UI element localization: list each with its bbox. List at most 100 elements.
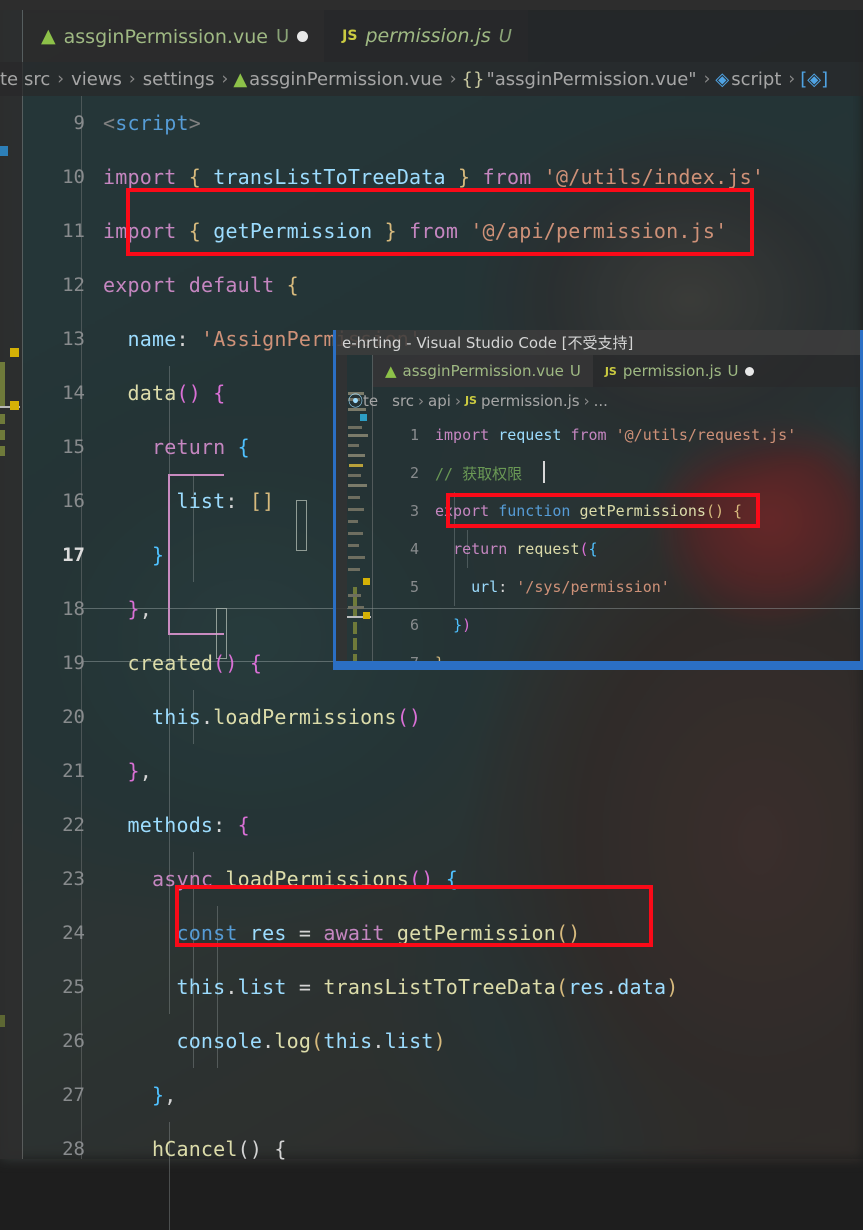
code-line[interactable]: 25 this.list = transListToTreeData(res.d… — [23, 960, 863, 1014]
code-content[interactable]: <script> — [103, 111, 201, 135]
minimap-line — [348, 484, 367, 487]
code-content[interactable]: return { — [103, 435, 250, 459]
line-number: 26 — [23, 1030, 103, 1052]
code-content[interactable]: url: '/sys/permission' — [435, 578, 670, 596]
inner-tab-permission-js[interactable]: JS permission.js U — [593, 355, 766, 387]
code-content[interactable]: const res = await getPermission() — [103, 921, 581, 945]
breadcrumb-item-src[interactable]: src — [22, 69, 52, 90]
code-content[interactable]: import { transListToTreeData } from '@/u… — [103, 165, 764, 189]
inner-code-line[interactable]: 1 import request from '@/utils/request.j… — [373, 416, 863, 454]
code-line[interactable]: 24 const res = await getPermission() — [23, 906, 863, 960]
code-content[interactable]: import { getPermission } from '@/api/per… — [103, 219, 727, 243]
code-content[interactable]: hCancel() { — [103, 1137, 287, 1161]
code-content[interactable]: export function getPermissions() { — [435, 502, 742, 520]
code-line[interactable]: 23 async loadPermissions() { — [23, 852, 863, 906]
code-line[interactable]: 11 import { getPermission } from '@/api/… — [23, 204, 863, 258]
tab-assginPermission-vue[interactable]: ▲ assginPermission.vue U — [23, 10, 324, 62]
inner-activity-bar[interactable] — [336, 355, 347, 667]
token-method-created: created — [127, 651, 213, 675]
inner-breadcrumb-item-api[interactable]: api — [428, 392, 451, 410]
token-await: await — [323, 921, 384, 945]
token-dot: . — [225, 975, 237, 999]
code-line[interactable]: 27 }, — [23, 1068, 863, 1122]
code-content[interactable]: // 获取权限 — [435, 463, 522, 484]
code-line[interactable]: 20 this.loadPermissions() — [23, 690, 863, 744]
tab-dirty-indicator[interactable] — [297, 31, 308, 42]
code-content[interactable]: }) — [435, 616, 471, 634]
activity-bar-edge[interactable] — [0, 10, 22, 1159]
code-content[interactable]: list: [] — [103, 489, 274, 513]
line-number: 12 — [23, 274, 103, 296]
inner-code-line[interactable]: 4 return request({ — [373, 530, 863, 568]
editor-tab-bar[interactable]: ▲ assginPermission.vue U JS permission.j… — [23, 10, 863, 62]
inner-code-line[interactable]: 5 url: '/sys/permission' — [373, 568, 863, 606]
code-content[interactable]: }, — [103, 1083, 176, 1107]
token-comma: , — [140, 759, 152, 783]
minimap-line — [348, 520, 358, 523]
code-content[interactable]: export default { — [103, 273, 299, 297]
token-comment: // 获取权限 — [435, 465, 522, 483]
inner-breadcrumb-item-file[interactable]: permission.js — [481, 392, 580, 410]
inner-tab-dirty-indicator[interactable] — [745, 367, 754, 376]
line-number: 19 — [23, 652, 103, 674]
inner-code-line[interactable]: 3 export function getPermissions() { — [373, 492, 863, 530]
code-content[interactable]: } — [103, 543, 164, 567]
inner-editor-tab-bar[interactable]: ▲ assginPermission.vue U JS permission.j… — [373, 355, 863, 387]
code-line[interactable]: 22 methods: { — [23, 798, 863, 852]
tab-permission-js[interactable]: JS permission.js U — [324, 10, 528, 62]
code-line[interactable]: 9 <script> — [23, 96, 863, 150]
inner-code-line[interactable]: 6 }) — [373, 606, 863, 644]
code-content[interactable]: this.list = transListToTreeData(res.data… — [103, 975, 678, 999]
token-prop-list: list — [176, 489, 225, 513]
code-content[interactable]: import request from '@/utils/request.js' — [435, 426, 796, 444]
inner-breadcrumb-item-ellipsis[interactable]: ... — [594, 392, 608, 410]
line-number: 16 — [23, 490, 103, 512]
code-content[interactable]: async loadPermissions() { — [103, 867, 458, 891]
inner-tab-assginPermission-vue[interactable]: ▲ assginPermission.vue U — [373, 355, 593, 387]
breadcrumb-symbol-script[interactable]: script — [729, 69, 783, 90]
code-content[interactable]: created() { — [103, 651, 262, 675]
inner-window-title-bar[interactable]: e-hrting - Visual Studio Code [不受支持] — [336, 330, 863, 355]
code-content[interactable]: return request({ — [435, 540, 598, 558]
token-this: this — [176, 975, 225, 999]
inner-code-line[interactable]: 2 // 获取权限 — [373, 454, 863, 492]
token-equals: = — [299, 975, 311, 999]
token-call-getPermission: getPermission — [397, 921, 556, 945]
vscode-secondary-window[interactable]: e-hrting - Visual Studio Code [不受支持] — [333, 330, 863, 670]
breadcrumb-item-views[interactable]: views — [69, 69, 124, 90]
breadcrumb[interactable]: te src › views › settings › ▲ assginPerm… — [0, 62, 863, 96]
code-content[interactable]: console.log(this.list) — [103, 1029, 446, 1053]
token-call-log: log — [274, 1029, 311, 1053]
inner-breadcrumb-item-src[interactable]: src — [392, 392, 414, 410]
overview-mark — [0, 446, 5, 456]
line-number: 10 — [23, 166, 103, 188]
line-number: 27 — [23, 1084, 103, 1106]
breadcrumb-separator-icon: › — [414, 392, 428, 410]
line-number: 2 — [373, 464, 435, 482]
breadcrumb-symbol-file[interactable]: "assginPermission.vue" — [484, 69, 698, 90]
token-parens: () — [706, 502, 724, 520]
code-line[interactable]: 12 export default { — [23, 258, 863, 312]
code-line[interactable]: 10 import { transListToTreeData } from '… — [23, 150, 863, 204]
token-default: default — [189, 273, 275, 297]
minimap-warning-mark — [363, 578, 370, 585]
code-content[interactable]: }, — [103, 597, 152, 621]
token-rbrace: } — [152, 1083, 164, 1107]
code-content[interactable]: data() { — [103, 381, 225, 405]
token-binding: getPermission — [213, 219, 372, 243]
token-lbrace: { — [189, 219, 201, 243]
code-line[interactable]: 21 }, — [23, 744, 863, 798]
token-angle-close: > — [189, 111, 201, 135]
js-file-icon: JS — [465, 394, 477, 407]
breadcrumb-item-settings[interactable]: settings — [141, 69, 217, 90]
inner-breadcrumb[interactable]: ⦿ te src › api › JS permission.js › ... — [348, 387, 863, 414]
code-content[interactable]: this.loadPermissions() — [103, 705, 421, 729]
code-content[interactable]: }, — [103, 759, 152, 783]
code-line[interactable]: 26 console.log(this.list) — [23, 1014, 863, 1068]
breadcrumb-truncated-prefix: te — [0, 69, 22, 90]
inner-minimap[interactable] — [347, 388, 371, 667]
code-content[interactable]: methods: { — [103, 813, 250, 837]
breadcrumb-item-file[interactable]: assginPermission.vue — [247, 69, 445, 90]
token-rbrace: } — [127, 759, 139, 783]
code-line[interactable]: 28 hCancel() { — [23, 1122, 863, 1176]
